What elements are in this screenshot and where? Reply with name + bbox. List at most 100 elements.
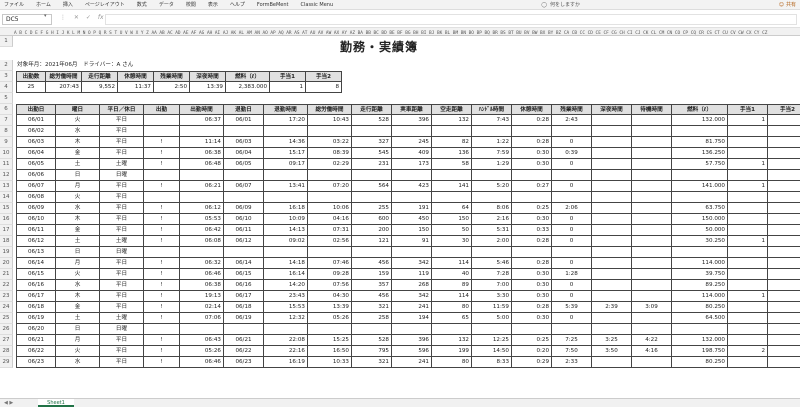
table-cell[interactable]: 06/05 [224,159,264,170]
table-cell[interactable] [472,126,512,137]
table-cell[interactable]: 114 [432,258,472,269]
table-cell[interactable]: 06/15 [224,269,264,280]
table-cell[interactable]: 30 [432,236,472,247]
table-cell[interactable]: 06:43 [180,335,224,346]
table-cell[interactable] [264,170,308,181]
row-number[interactable]: 11 [0,159,13,170]
table-cell[interactable]: 528 [352,335,392,346]
table-cell[interactable]: 8:33 [472,357,512,368]
table-cell[interactable] [224,247,264,258]
table-header[interactable]: 深夜時間 [592,104,632,115]
table-cell[interactable] [632,225,672,236]
table-cell[interactable] [728,280,768,291]
table-cell[interactable]: 50 [432,225,472,236]
table-cell[interactable]: 平日 [100,148,144,159]
table-cell[interactable] [144,247,180,258]
row-number[interactable]: 6 [0,104,13,115]
menu-view[interactable]: 表示 [208,0,218,10]
table-cell[interactable]: 795 [352,346,392,357]
table-cell[interactable]: 06:12 [180,203,224,214]
table-cell[interactable]: 114.000 [672,258,728,269]
table-cell[interactable]: 2:00 [472,236,512,247]
menu-formulas[interactable]: 数式 [137,0,147,10]
table-cell[interactable]: 07:46 [308,258,352,269]
table-cell[interactable]: 15:25 [308,335,352,346]
table-cell[interactable]: 7:59 [472,148,512,159]
table-cell[interactable]: 06/04 [224,148,264,159]
table-cell[interactable] [632,357,672,368]
table-header[interactable]: 退勤時間 [264,104,308,115]
row-number[interactable]: 26 [0,324,13,335]
table-cell[interactable] [728,225,768,236]
table-cell[interactable]: 06/03 [224,137,264,148]
table-cell[interactable] [592,126,632,137]
table-cell[interactable] [728,137,768,148]
table-cell[interactable]: 39.750 [672,269,728,280]
table-cell[interactable]: 06/21 [224,335,264,346]
table-cell[interactable] [592,159,632,170]
table-cell[interactable]: 06:21 [180,181,224,192]
table-cell[interactable] [512,170,552,181]
table-cell[interactable]: 日 [56,324,100,335]
table-cell[interactable]: 07:56 [308,280,352,291]
table-cell[interactable]: 7:00 [472,280,512,291]
table-cell[interactable]: 1 [728,115,768,126]
table-cell[interactable]: 241 [392,357,432,368]
table-cell[interactable]: 23:43 [264,291,308,302]
table-cell[interactable]: 4:22 [632,335,672,346]
table-cell[interactable] [632,291,672,302]
table-cell[interactable] [592,280,632,291]
table-cell[interactable]: 50.000 [672,225,728,236]
table-cell[interactable]: 02:14 [180,302,224,313]
table-cell[interactable]: 木 [56,291,100,302]
table-cell[interactable] [592,148,632,159]
table-cell[interactable] [144,192,180,203]
summary-header[interactable]: 総労働時間 [46,71,82,82]
table-cell[interactable]: 150 [432,214,472,225]
table-cell[interactable] [592,181,632,192]
table-cell[interactable]: 12:25 [472,335,512,346]
table-cell[interactable]: 15:53 [264,302,308,313]
table-cell[interactable]: 06/06 [16,170,56,181]
table-cell[interactable] [592,236,632,247]
table-cell[interactable] [392,126,432,137]
table-cell[interactable] [768,357,800,368]
table-cell[interactable] [352,192,392,203]
table-cell[interactable] [552,170,592,181]
summary-header[interactable]: 手当2 [306,71,342,82]
summary-value[interactable]: 9,552 [82,82,118,93]
table-cell[interactable]: 09:28 [308,269,352,280]
table-cell[interactable]: 02:29 [308,159,352,170]
table-cell[interactable]: 0:33 [512,225,552,236]
sheet-nav-arrows-icon[interactable]: ◀ ▶ [4,399,13,407]
table-cell[interactable] [264,324,308,335]
table-cell[interactable]: 63.750 [672,203,728,214]
table-cell[interactable]: 7:25 [552,335,592,346]
summary-header[interactable]: 残業時間 [154,71,190,82]
table-cell[interactable]: 0 [552,291,592,302]
table-cell[interactable]: 0:28 [512,236,552,247]
table-cell[interactable]: ! [144,291,180,302]
table-cell[interactable] [352,247,392,258]
table-cell[interactable]: 16:19 [264,357,308,368]
table-cell[interactable]: 0:25 [512,203,552,214]
summary-header[interactable]: 出勤数 [16,71,46,82]
table-cell[interactable]: 141.000 [672,181,728,192]
table-header[interactable]: 手当2 [768,104,800,115]
table-cell[interactable]: 600 [352,214,392,225]
table-cell[interactable]: 平日 [100,335,144,346]
table-cell[interactable]: 2:39 [592,302,632,313]
summary-value[interactable]: 207:43 [46,82,82,93]
table-cell[interactable]: 91 [392,236,432,247]
table-cell[interactable]: 土 [56,236,100,247]
table-cell[interactable] [728,324,768,335]
table-cell[interactable] [180,247,224,258]
table-cell[interactable]: 2 [728,346,768,357]
table-cell[interactable]: 06/22 [224,346,264,357]
table-cell[interactable]: 05:53 [180,214,224,225]
row-number[interactable]: 22 [0,280,13,291]
menu-file[interactable]: ファイル [4,0,24,10]
formula-input[interactable] [105,14,797,25]
table-cell[interactable]: 16:14 [264,269,308,280]
table-cell[interactable] [768,302,800,313]
